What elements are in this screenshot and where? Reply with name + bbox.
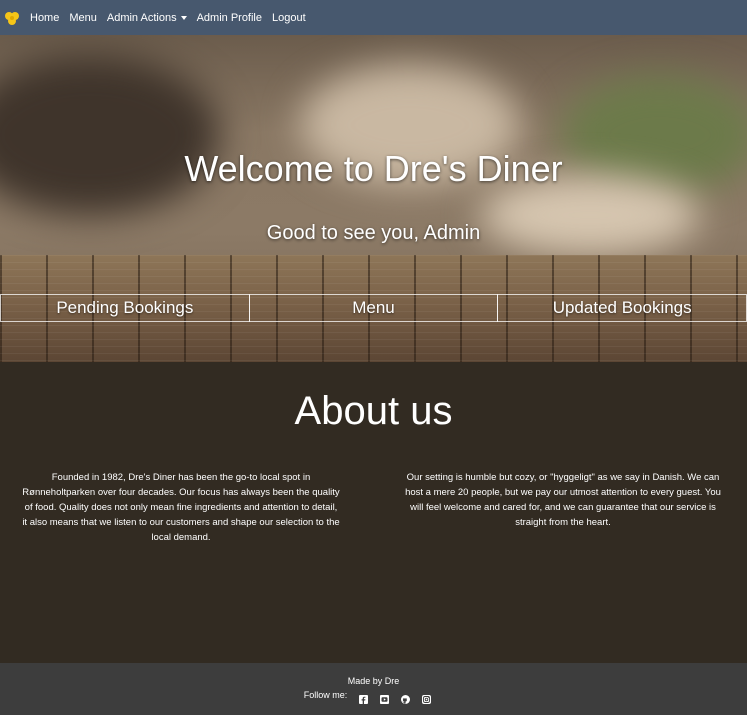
nav-menu-link[interactable]: Menu bbox=[69, 12, 97, 24]
caret-down-icon bbox=[180, 15, 187, 20]
hero-background-blur bbox=[0, 55, 220, 215]
facebook-icon[interactable] bbox=[359, 691, 369, 704]
pending-bookings-button[interactable]: Pending Bookings bbox=[0, 294, 250, 322]
admin-actions-label: Admin Actions bbox=[106, 11, 177, 24]
about-section: About us Founded in 1982, Dre's Diner ha… bbox=[0, 362, 747, 663]
nav-home-link[interactable]: Home bbox=[30, 12, 59, 24]
brand-logo-icon[interactable] bbox=[4, 10, 20, 26]
follow-me-row: Follow me: bbox=[0, 690, 747, 704]
youtube-icon[interactable] bbox=[380, 691, 390, 704]
about-history-text: Founded in 1982, Dre's Diner has been th… bbox=[22, 472, 340, 543]
nav-admin-profile-link[interactable]: Admin Profile bbox=[197, 12, 262, 24]
follow-me-label: Follow me: bbox=[303, 690, 348, 700]
hero-subtitle: Good to see you, Admin bbox=[266, 222, 481, 244]
hero-button-group: Pending Bookings Menu Updated Bookings bbox=[0, 294, 747, 322]
footer: Made by Dre Follow me: bbox=[0, 663, 747, 715]
nav-logout-link[interactable]: Logout bbox=[272, 12, 306, 24]
nav-admin-actions-dropdown[interactable]: Admin Actions bbox=[107, 12, 187, 24]
about-setting-text: Our setting is humble but cozy, or "hygg… bbox=[405, 472, 721, 528]
updated-bookings-button[interactable]: Updated Bookings bbox=[497, 294, 747, 322]
menu-button[interactable]: Menu bbox=[248, 294, 499, 322]
hero-section: Welcome to Dre's Diner Good to see you, … bbox=[0, 35, 747, 362]
made-by-text: Made by Dre bbox=[347, 676, 400, 686]
hero-title: Welcome to Dre's Diner bbox=[184, 148, 563, 189]
github-icon[interactable] bbox=[401, 691, 411, 704]
instagram-icon[interactable] bbox=[422, 691, 432, 704]
about-title: About us bbox=[294, 389, 453, 433]
navbar: Home Menu Admin Actions Admin Profile Lo… bbox=[0, 0, 747, 35]
